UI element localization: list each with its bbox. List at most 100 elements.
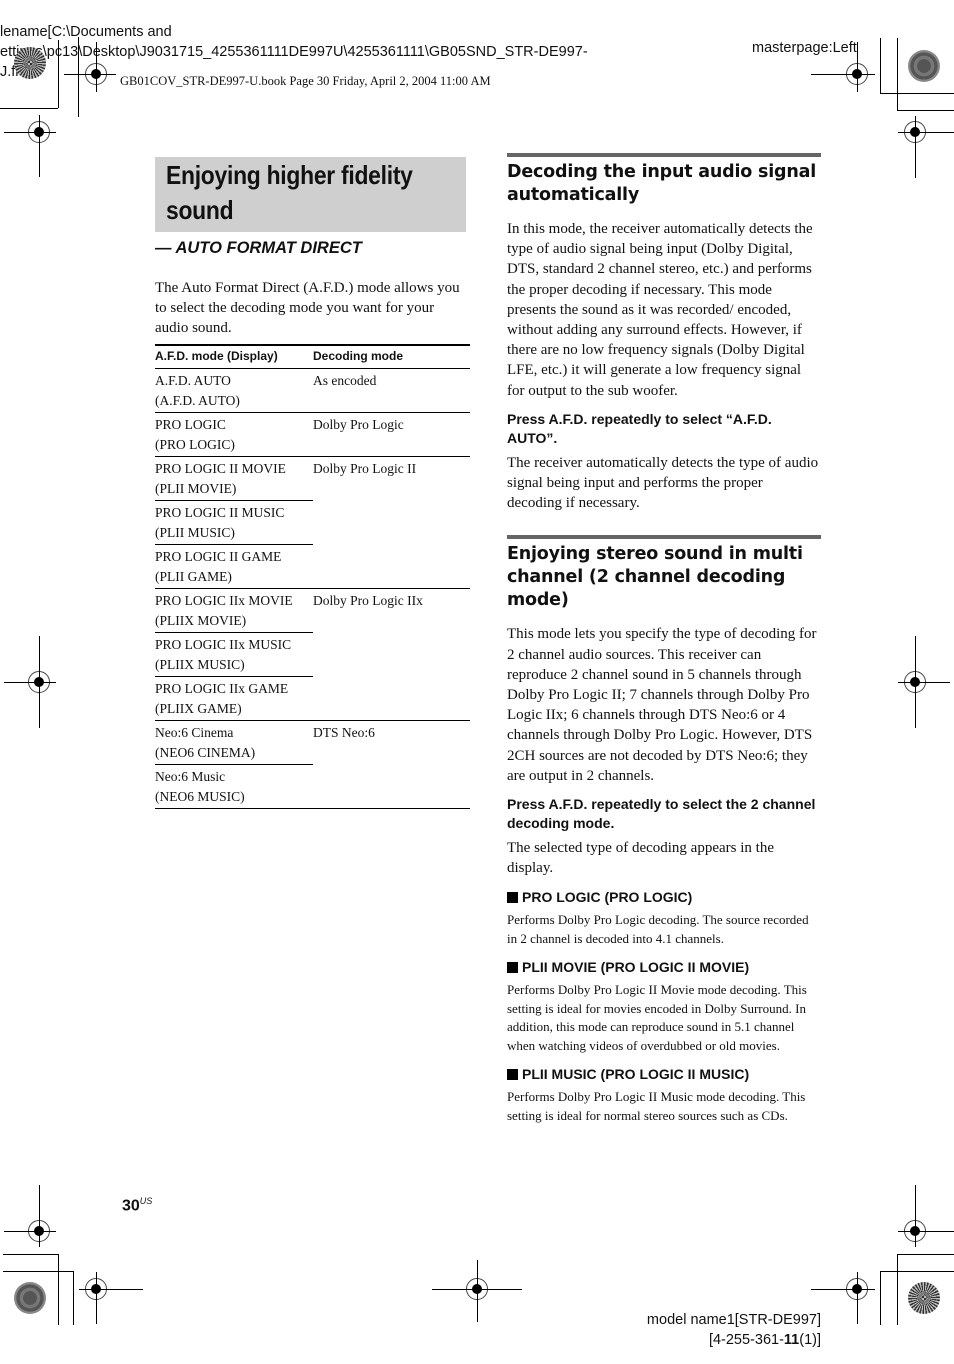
part-number-bold: 11: [783, 1332, 800, 1348]
table-body: A.F.D. AUTO (A.F.D. AUTO) As encoded PRO LO…: [155, 369, 470, 809]
afd-display-name: (PLII GAME): [155, 569, 232, 584]
body-paragraph: In this mode, the receiver automatically…: [507, 221, 813, 399]
color-target-icon: [14, 1282, 46, 1314]
square-bullet-icon: [507, 962, 518, 974]
section-divider: [507, 535, 821, 540]
afd-mode-name: Neo:6 Music: [155, 769, 226, 784]
table-row-group: PRO LOGIC (PRO LOGIC) Dolby Pro Logic: [155, 413, 470, 457]
registration-line: [79, 1289, 143, 1290]
instruction-step: Press A.F.D. repeatedly to select the 2 …: [507, 796, 816, 832]
table-row-group: PRO LOGIC IIx MOVIE (PLIIX MOVIE) PRO LOGI…: [155, 589, 470, 721]
registration-line: [39, 1185, 40, 1247]
afd-mode-cell-group: PRO LOGIC IIx MOVIE (PLIIX MOVIE) PRO LOGI…: [155, 589, 313, 720]
afd-mode-name: PRO LOGIC II MOVIE: [155, 461, 286, 476]
afd-mode-name: PRO LOGIC IIx MUSIC: [155, 637, 292, 652]
decoding-mode-cell: Dolby Pro Logic II: [313, 461, 417, 476]
page-number-suffix: US: [139, 1196, 153, 1206]
page-title-line: Enjoying higher fidelity: [166, 160, 413, 190]
table-row: PRO LOGIC IIx GAME (PLIIX GAME): [155, 677, 313, 720]
afd-mode-name: PRO LOGIC: [155, 417, 226, 432]
table-row: PRO LOGIC II GAME (PLII GAME): [155, 545, 313, 588]
registration-line: [477, 1260, 478, 1322]
afd-mode-name: Neo:6 Cinema: [155, 725, 234, 740]
crop-mark: [880, 1271, 954, 1272]
registration-line: [4, 132, 56, 133]
afd-mode-name: A.F.D. AUTO: [155, 373, 231, 388]
afd-display-name: (PRO LOGIC): [155, 437, 235, 452]
registration-line: [96, 1272, 97, 1324]
page-title: Enjoying higher fidelity sound: [166, 158, 430, 228]
page-title-line: sound: [166, 195, 234, 225]
body-paragraph: The receiver automatically detects the t…: [507, 454, 819, 512]
registration-line: [96, 42, 97, 92]
mode-description: Performs Dolby Pro Logic II Music mode d…: [507, 1089, 806, 1123]
crop-mark: [78, 37, 79, 117]
filename-line: lename[C:\Documents and: [0, 24, 172, 40]
mode-description: Performs Dolby Pro Logic decoding. The s…: [507, 912, 809, 946]
registration-line: [898, 132, 954, 133]
decoding-mode-cell: DTS Neo:6: [313, 725, 375, 740]
afd-display-name: (PLIIX GAME): [155, 701, 242, 716]
registration-line: [4, 1231, 56, 1232]
section-divider: [507, 153, 821, 157]
right-column: Decoding the input audio signal automati…: [507, 153, 821, 1125]
table-row: Neo:6 Cinema (NEO6 CINEMA): [155, 721, 313, 765]
body-paragraph: This mode lets you specify the type of d…: [507, 626, 817, 784]
registration-line: [857, 42, 858, 92]
afd-mode-name: PRO LOGIC IIx MOVIE: [155, 593, 293, 608]
crop-mark: [58, 40, 59, 108]
afd-mode-name: PRO LOGIC II GAME: [155, 549, 282, 564]
table-row-group: A.F.D. AUTO (A.F.D. AUTO) As encoded: [155, 369, 470, 413]
crop-mark: [880, 93, 954, 94]
part-number-suffix: (1)]: [799, 1332, 821, 1348]
afd-display-name: (NEO6 MUSIC): [155, 789, 245, 804]
registration-line: [898, 682, 950, 683]
crop-mark: [58, 1254, 59, 1325]
intro-paragraph: The Auto Format Direct (A.F.D.) mode all…: [155, 280, 460, 336]
page-subtitle: — AUTO FORMAT DIRECT: [155, 239, 362, 257]
model-info: model name1[STR-DE997] [4-255-361-11(1)]: [560, 1310, 821, 1350]
crop-mark: [897, 38, 898, 110]
table-row: PRO LOGIC (PRO LOGIC): [155, 413, 313, 456]
book-info-line: GB01COV_STR-DE997-U.book Page 30 Friday,…: [120, 74, 491, 88]
mode-description: Performs Dolby Pro Logic II Movie mode d…: [507, 982, 807, 1053]
table-row: A.F.D. AUTO (A.F.D. AUTO): [155, 369, 313, 412]
registration-line: [39, 115, 40, 177]
afd-mode-cell-group: PRO LOGIC II MOVIE (PLII MOVIE) PRO LOGIC …: [155, 457, 313, 588]
crop-mark: [3, 1254, 58, 1255]
mode-item: PLII MUSIC (PRO LOGIC II MUSIC) Performs…: [507, 1065, 821, 1125]
table-row: PRO LOGIC II MOVIE (PLII MOVIE): [155, 457, 313, 501]
mode-title: PRO LOGIC (PRO LOGIC): [522, 889, 693, 906]
color-target-icon: [908, 1282, 940, 1314]
crop-mark: [880, 38, 881, 93]
registration-line: [811, 74, 875, 75]
table-row-group: PRO LOGIC II MOVIE (PLII MOVIE) PRO LOGIC …: [155, 457, 470, 589]
square-bullet-icon: [507, 1069, 518, 1081]
afd-mode-cell-group: A.F.D. AUTO (A.F.D. AUTO): [155, 369, 313, 412]
registration-line: [915, 116, 916, 178]
registration-line: [39, 636, 40, 728]
registration-line: [811, 1289, 875, 1290]
table-row: PRO LOGIC IIx MUSIC (PLIIX MUSIC): [155, 633, 313, 677]
crop-mark: [897, 1254, 954, 1255]
afd-display-name: (PLII MUSIC): [155, 525, 235, 540]
mode-title: PLII MUSIC (PRO LOGIC II MUSIC): [522, 1066, 750, 1083]
page-number: 30US: [122, 1196, 152, 1215]
mode-title: PLII MOVIE (PRO LOGIC II MOVIE): [522, 959, 750, 976]
afd-display-name: (PLIIX MOVIE): [155, 613, 247, 628]
color-target-icon: [14, 47, 46, 79]
afd-mode-cell-group: PRO LOGIC (PRO LOGIC): [155, 413, 313, 456]
registration-line: [857, 1272, 858, 1324]
table-row: Neo:6 Music (NEO6 MUSIC): [155, 765, 313, 808]
square-bullet-icon: [507, 892, 518, 904]
crop-mark: [897, 110, 954, 111]
column-header-afd-mode: A.F.D. mode (Display): [155, 349, 278, 363]
section-heading: Enjoying stereo sound in multi channel (…: [507, 544, 803, 611]
table-header: A.F.D. mode (Display) Decoding mode: [155, 346, 470, 369]
registration-line: [915, 1185, 916, 1247]
afd-mode-table: A.F.D. mode (Display) Decoding mode A.F.…: [155, 344, 470, 809]
page-number-value: 30: [122, 1197, 140, 1215]
crop-mark: [3, 1271, 74, 1272]
mode-item: PRO LOGIC (PRO LOGIC) Performs Dolby Pro…: [507, 888, 821, 948]
registration-line: [64, 74, 116, 75]
